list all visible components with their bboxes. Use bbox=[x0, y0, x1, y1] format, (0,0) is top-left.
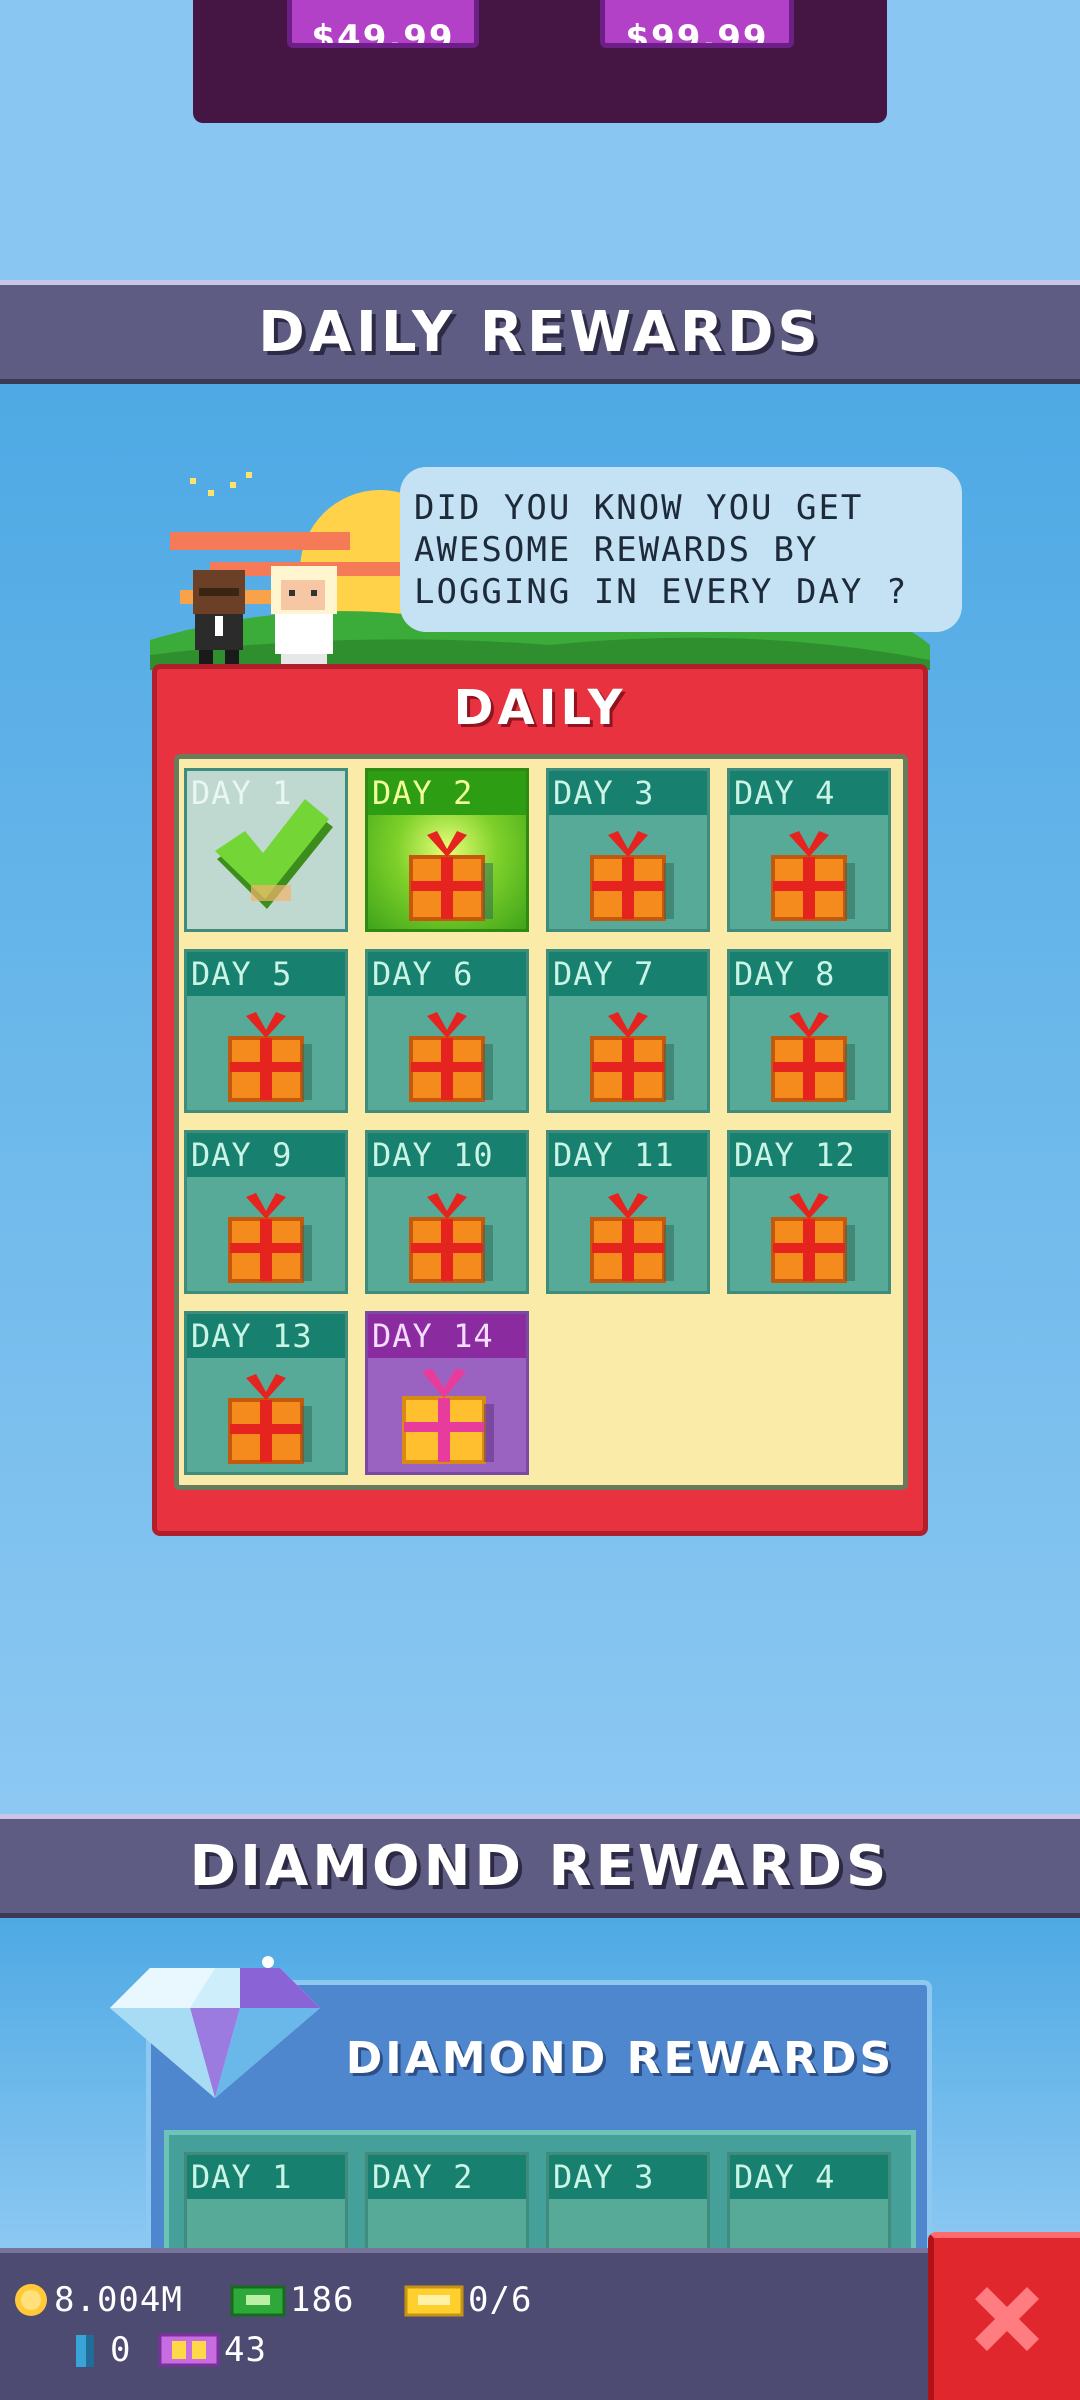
day-10-label: DAY 10 bbox=[368, 1133, 526, 1177]
diamond-icon bbox=[110, 1956, 320, 2098]
cash-icon bbox=[230, 2285, 286, 2317]
checkmark-icon bbox=[215, 799, 333, 909]
day-6-label: DAY 6 bbox=[368, 952, 526, 996]
day-14-cell[interactable]: DAY 14 bbox=[365, 1311, 529, 1475]
gift-icon bbox=[409, 1193, 493, 1283]
diamond-rewards-header-label: DIAMOND REWARDS bbox=[189, 1833, 891, 1899]
day-2-cell[interactable]: DAY 2 bbox=[365, 768, 529, 932]
day-9-cell[interactable]: DAY 9 bbox=[184, 1130, 348, 1294]
daily-rewards-header: DAILY REWARDS bbox=[0, 280, 1080, 384]
character-groom-icon bbox=[193, 570, 245, 666]
key-icon bbox=[76, 2335, 94, 2367]
gift-icon bbox=[409, 1012, 493, 1102]
character-bride-icon bbox=[271, 566, 337, 668]
day-12-label: DAY 12 bbox=[730, 1133, 888, 1177]
diamond-day-1-label: DAY 1 bbox=[187, 2155, 345, 2199]
close-icon bbox=[975, 2287, 1039, 2351]
cash-value: 186 bbox=[290, 2280, 355, 2320]
keys-counter: 0 bbox=[70, 2330, 131, 2370]
day-7-label: DAY 7 bbox=[549, 952, 707, 996]
day-11-label: DAY 11 bbox=[549, 1133, 707, 1177]
gift-icon bbox=[228, 1374, 312, 1464]
price-right-label: $99.99 bbox=[625, 18, 769, 48]
coins-counter: 8.004M bbox=[12, 2280, 183, 2320]
gift-icon bbox=[590, 1012, 674, 1102]
day-5-label: DAY 5 bbox=[187, 952, 345, 996]
tip-line-2: AWESOME REWARDS BY bbox=[414, 530, 819, 570]
coins-value: 8.004M bbox=[54, 2280, 183, 2320]
gift-icon bbox=[771, 1012, 855, 1102]
price-button-right[interactable]: $99.99 bbox=[600, 0, 794, 48]
close-button[interactable] bbox=[928, 2232, 1080, 2400]
day-13-cell[interactable]: DAY 13 bbox=[184, 1311, 348, 1475]
diamond-day-4-label: DAY 4 bbox=[730, 2155, 888, 2199]
tv-ticket-icon bbox=[158, 2333, 220, 2367]
day-12-cell[interactable]: DAY 12 bbox=[727, 1130, 891, 1294]
daily-panel-title: DAILY bbox=[453, 680, 627, 736]
gift-icon bbox=[771, 1193, 855, 1283]
tip-line-3: LOGGING IN EVERY DAY ? bbox=[414, 572, 909, 612]
gift-icon bbox=[228, 1012, 312, 1102]
keys-value: 0 bbox=[110, 2330, 132, 2370]
gift-icon bbox=[228, 1193, 312, 1283]
big-gift-icon bbox=[402, 1368, 494, 1464]
diamond-day-4-cell[interactable]: DAY 4 bbox=[727, 2152, 891, 2252]
tickets-value: 0/6 bbox=[468, 2280, 533, 2320]
price-left-label: $49.99 bbox=[311, 18, 455, 48]
day-1-cell[interactable]: DAY 1 bbox=[184, 768, 348, 932]
ticket-icon bbox=[404, 2285, 464, 2317]
day-4-cell[interactable]: DAY 4 bbox=[727, 768, 891, 932]
day-3-label: DAY 3 bbox=[549, 771, 707, 815]
diamond-day-1-cell[interactable]: DAY 1 bbox=[184, 2152, 348, 2252]
gift-icon bbox=[590, 1193, 674, 1283]
day-6-cell[interactable]: DAY 6 bbox=[365, 949, 529, 1113]
day-14-label: DAY 14 bbox=[368, 1314, 526, 1358]
daily-rewards-header-label: DAILY REWARDS bbox=[258, 299, 822, 365]
diamond-day-3-cell[interactable]: DAY 3 bbox=[546, 2152, 710, 2252]
day-13-label: DAY 13 bbox=[187, 1314, 345, 1358]
currency-hud bbox=[0, 2248, 928, 2400]
gift-icon bbox=[590, 831, 674, 921]
diamond-day-3-label: DAY 3 bbox=[549, 2155, 707, 2199]
day-3-cell[interactable]: DAY 3 bbox=[546, 768, 710, 932]
diamond-panel-title: DIAMOND REWARDS bbox=[345, 2032, 895, 2084]
tip-speech-bubble: DID YOU KNOW YOU GET AWESOME REWARDS BY … bbox=[400, 467, 962, 632]
gift-icon bbox=[771, 831, 855, 921]
day-8-label: DAY 8 bbox=[730, 952, 888, 996]
tip-line-1: DID YOU KNOW YOU GET bbox=[414, 488, 864, 528]
diamond-day-2-label: DAY 2 bbox=[368, 2155, 526, 2199]
day-10-cell[interactable]: DAY 10 bbox=[365, 1130, 529, 1294]
day-8-cell[interactable]: DAY 8 bbox=[727, 949, 891, 1113]
tickets-counter: 0/6 bbox=[404, 2280, 532, 2320]
diamond-rewards-header: DIAMOND REWARDS bbox=[0, 1814, 1080, 1918]
day-2-label: DAY 2 bbox=[368, 771, 526, 815]
tv-counter: 43 bbox=[158, 2330, 267, 2370]
coin-icon bbox=[15, 2284, 47, 2316]
day-5-cell[interactable]: DAY 5 bbox=[184, 949, 348, 1113]
cash-counter: 186 bbox=[230, 2280, 354, 2320]
day-7-cell[interactable]: DAY 7 bbox=[546, 949, 710, 1113]
day-11-cell[interactable]: DAY 11 bbox=[546, 1130, 710, 1294]
day-9-label: DAY 9 bbox=[187, 1133, 345, 1177]
day-4-label: DAY 4 bbox=[730, 771, 888, 815]
gift-icon bbox=[409, 831, 493, 921]
diamond-day-2-cell[interactable]: DAY 2 bbox=[365, 2152, 529, 2252]
price-button-left[interactable]: $49.99 bbox=[287, 0, 479, 48]
tv-value: 43 bbox=[224, 2330, 267, 2370]
